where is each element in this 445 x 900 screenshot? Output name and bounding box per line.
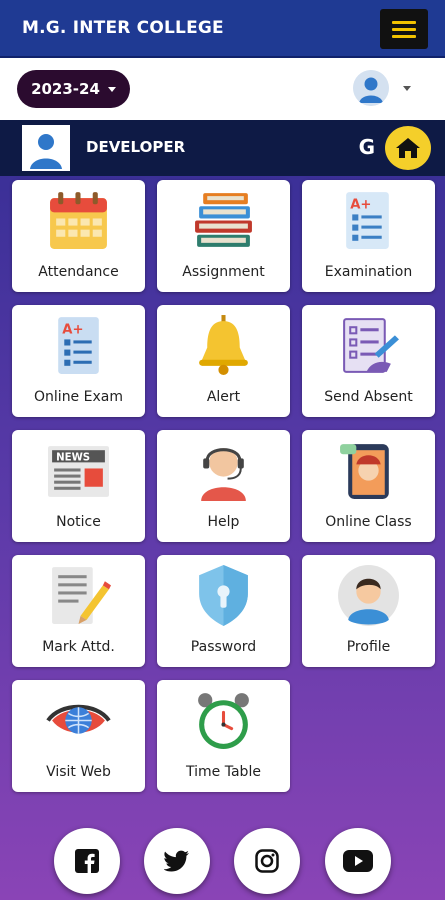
bell-icon — [199, 315, 248, 375]
alarm-clock-icon — [198, 693, 249, 749]
mark-pencil-icon — [52, 567, 111, 624]
svg-text:A+: A+ — [62, 322, 83, 337]
menu-tile-label: Password — [190, 639, 257, 655]
menu-tile-visit-web[interactable]: Visit Web — [12, 680, 145, 792]
menu-tile-help[interactable]: Help — [157, 430, 290, 542]
facebook-button[interactable] — [54, 828, 120, 894]
menu-tile-label: Online Class — [325, 514, 412, 530]
absent-form-icon — [343, 318, 399, 373]
menu-tile-label: Send Absent — [324, 389, 413, 405]
youtube-icon — [343, 850, 373, 872]
menu-tile-notice[interactable]: NEWS Notice — [12, 430, 145, 542]
home-button[interactable] — [385, 126, 431, 170]
hamburger-icon — [392, 20, 416, 24]
menu-tile-alert[interactable]: Alert — [157, 305, 290, 417]
menu-tile-online-class[interactable]: Online Class — [302, 430, 435, 542]
menu-tile-label: Attendance — [38, 264, 119, 280]
menu-tile-profile[interactable]: Profile — [302, 555, 435, 667]
user-name: DEVELOPER — [86, 138, 186, 156]
session-bar: 2023-24 — [0, 58, 445, 120]
svg-text:A+: A+ — [350, 197, 371, 212]
menu-tile-send-absent[interactable]: Send Absent — [302, 305, 435, 417]
user-menu-chevron-icon[interactable] — [403, 86, 411, 91]
app-header: M.G. INTER COLLEGE — [0, 0, 445, 58]
facebook-icon — [75, 849, 99, 873]
menu-tile-label: Assignment — [182, 264, 265, 280]
instagram-button[interactable] — [234, 828, 300, 894]
profile-icon — [338, 565, 399, 626]
web-eye-icon — [46, 704, 111, 734]
menu-tile-label: Examination — [324, 264, 413, 280]
svg-text:NEWS: NEWS — [56, 452, 90, 463]
profile-bar: DEVELOPER G — [0, 120, 445, 176]
home-icon — [396, 138, 420, 158]
menu-tile-label: Help — [207, 514, 240, 530]
shield-lock-icon — [199, 565, 248, 626]
support-agent-icon — [201, 448, 246, 501]
avatar — [22, 125, 70, 171]
books-icon — [195, 193, 252, 247]
online-exam-icon: A+ — [58, 317, 99, 374]
menu-tile-label: Time Table — [186, 764, 261, 780]
menu-tile-password[interactable]: Password — [157, 555, 290, 667]
twitter-icon — [164, 850, 189, 872]
menu-tile-examination[interactable]: A+ Examination — [302, 180, 435, 292]
chevron-down-icon — [107, 86, 116, 92]
user-avatar-icon[interactable] — [353, 70, 389, 106]
newspaper-icon: NEWS — [48, 446, 109, 497]
menu-tile-attendance[interactable]: Attendance — [12, 180, 145, 292]
menu-tile-online-exam[interactable]: A+ Online Exam — [12, 305, 145, 417]
menu-tile-assignment[interactable]: Assignment — [157, 180, 290, 292]
video-class-icon — [340, 444, 389, 499]
menu-tile-label: Mark Attd. — [42, 639, 115, 655]
menu-tile-mark-attd[interactable]: Mark Attd. — [12, 555, 145, 667]
session-year-dropdown[interactable]: 2023-24 — [17, 70, 130, 108]
twitter-button[interactable] — [144, 828, 210, 894]
calendar-icon — [50, 192, 107, 249]
google-letter: G — [358, 135, 375, 159]
hamburger-menu-button[interactable] — [380, 9, 428, 49]
menu-tile-label: Notice — [56, 514, 101, 530]
youtube-button[interactable] — [325, 828, 391, 894]
instagram-icon — [255, 849, 279, 873]
menu-tile-label: Online Exam — [34, 389, 123, 405]
menu-tile-label: Profile — [346, 639, 391, 655]
menu-tile-time-table[interactable]: Time Table — [157, 680, 290, 792]
menu-tile-label: Alert — [206, 389, 241, 405]
session-year-value: 2023-24 — [31, 80, 100, 98]
exam-sheet-icon: A+ — [346, 192, 389, 249]
menu-tile-label: Visit Web — [46, 764, 111, 780]
app-title: M.G. INTER COLLEGE — [22, 18, 224, 38]
